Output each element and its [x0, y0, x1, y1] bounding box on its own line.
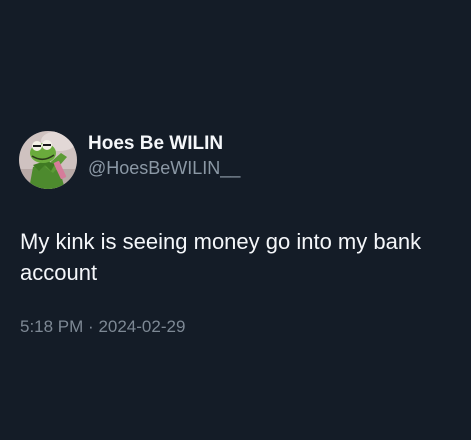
tweet-meta: 5:18 PM · 2024-02-29	[20, 315, 185, 339]
tweet-date[interactable]: 2024-02-29	[98, 317, 185, 336]
avatar[interactable]	[19, 131, 77, 189]
tweet-card: Hoes Be WILIN @HoesBeWILIN__ My kink is …	[0, 0, 471, 440]
tweet-text: My kink is seeing money go into my bank …	[20, 229, 422, 285]
meta-separator: ·	[88, 317, 99, 336]
author-handle[interactable]: @HoesBeWILIN__	[88, 156, 240, 180]
author-row: Hoes Be WILIN @HoesBeWILIN__	[19, 131, 240, 189]
author-names: Hoes Be WILIN @HoesBeWILIN__	[88, 132, 240, 180]
author-display-name[interactable]: Hoes Be WILIN	[88, 132, 240, 156]
kermit-avatar-icon	[19, 131, 77, 189]
tweet-time[interactable]: 5:18 PM	[20, 317, 83, 336]
